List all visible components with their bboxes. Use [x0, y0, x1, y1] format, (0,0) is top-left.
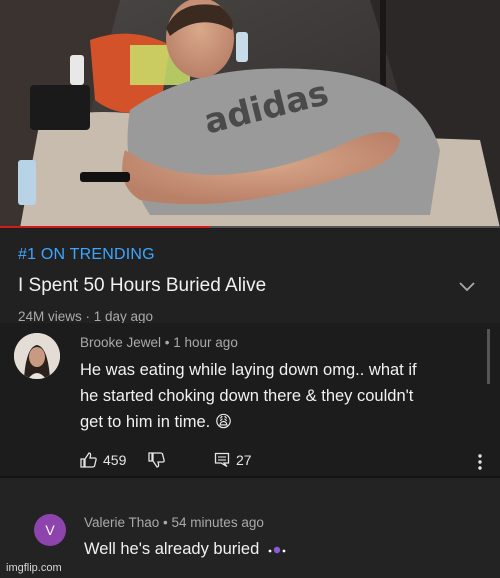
- video-progress-bar[interactable]: [0, 226, 500, 228]
- scrollbar[interactable]: [487, 329, 490, 384]
- more-options-icon[interactable]: [478, 454, 482, 470]
- comment-line: He was eating while laying down omg.. wh…: [80, 361, 417, 379]
- trending-badge[interactable]: #1 ON TRENDING: [18, 246, 155, 264]
- reply-button[interactable]: 27: [214, 452, 252, 468]
- comment-line: get to him in time. 😩: [80, 409, 417, 435]
- watermark: imgflip.com: [6, 562, 62, 574]
- view-count: 24M views · 1 day ago: [18, 309, 154, 324]
- comment-icon: [214, 452, 230, 468]
- comment-text: Well he's already buried: [84, 536, 288, 562]
- video-info: #1 ON TRENDING I Spent 50 Hours Buried A…: [0, 229, 500, 327]
- avatar[interactable]: V: [34, 514, 66, 546]
- chevron-down-icon[interactable]: [458, 279, 476, 293]
- comment-line: he started choking down there & they cou…: [80, 387, 414, 405]
- video-progress-fill: [0, 226, 210, 228]
- like-button[interactable]: 459: [80, 452, 126, 468]
- profile-photo-icon: [14, 333, 60, 379]
- like-count: 459: [103, 452, 127, 468]
- comment-author[interactable]: Brooke Jewel • 1 hour ago: [80, 335, 238, 350]
- screenshot-frame: adidas #1 ON TRENDING I Spent 50 Hours B…: [0, 0, 500, 578]
- comment-line-text: Well he's already buried: [84, 540, 260, 558]
- comment-text: He was eating while laying down omg.. wh…: [80, 357, 417, 435]
- comment-author[interactable]: Valerie Thao • 54 minutes ago: [84, 515, 264, 530]
- dislike-button[interactable]: [148, 452, 165, 468]
- comment-item: Brooke Jewel • 1 hour ago He was eating …: [0, 323, 500, 476]
- weary-face-emoji: 😩: [214, 413, 233, 431]
- video-frame-image: adidas: [0, 0, 500, 228]
- comment-line-text: get to him in time.: [80, 413, 211, 431]
- avatar[interactable]: [14, 333, 60, 379]
- reply-count: 27: [236, 452, 252, 468]
- sparkle-emoji-icon: [268, 546, 286, 553]
- comment-actions: 459 27: [80, 452, 480, 472]
- thumbs-up-icon: [80, 452, 97, 468]
- thumbs-down-icon: [148, 452, 165, 468]
- video-title: I Spent 50 Hours Buried Alive: [18, 275, 267, 296]
- video-player[interactable]: adidas: [0, 0, 500, 228]
- avatar-letter: V: [45, 522, 55, 538]
- comment-item: V Valerie Thao • 54 minutes ago Well he'…: [0, 478, 500, 578]
